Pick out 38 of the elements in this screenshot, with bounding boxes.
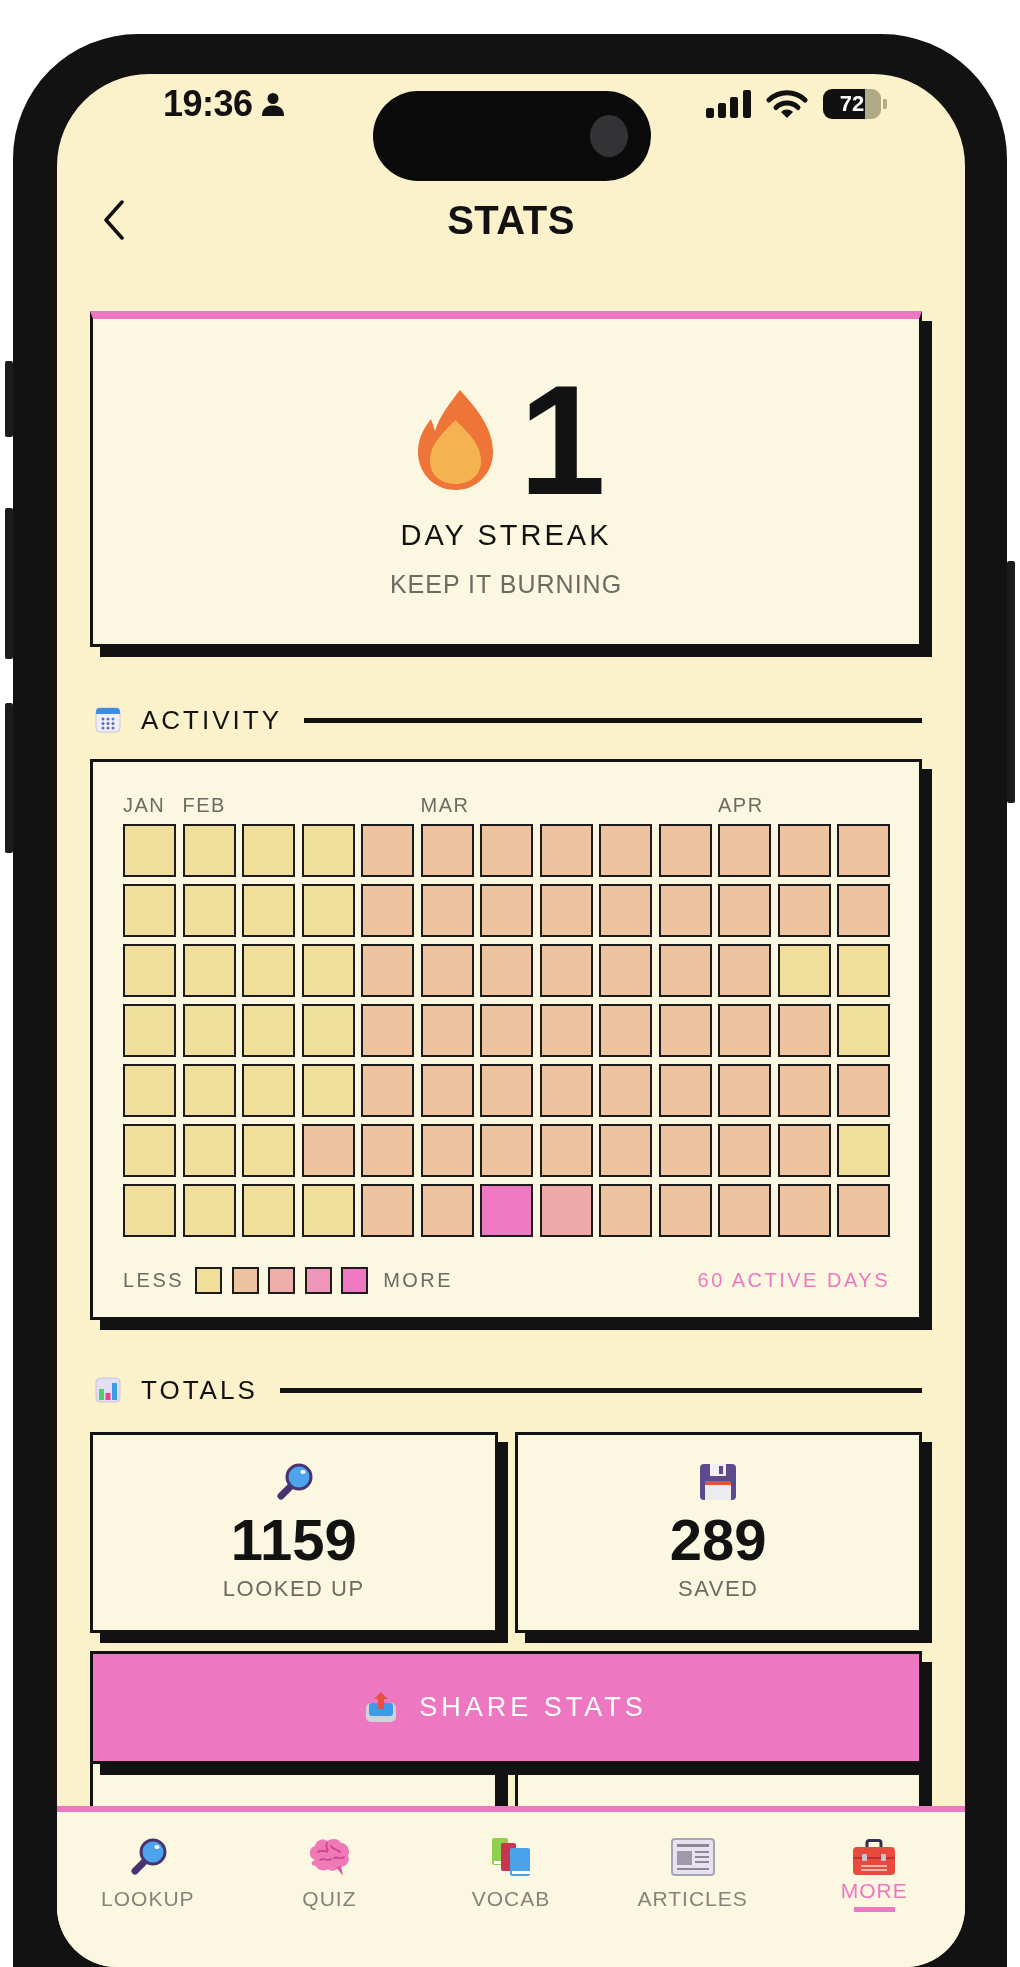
status-time: 19:36 <box>163 83 253 125</box>
stat-label: SAVED <box>678 1575 759 1603</box>
legend-label: LESS <box>123 1269 185 1292</box>
newspaper-icon <box>670 1837 715 1876</box>
stat-value: 289 <box>669 1511 767 1569</box>
camera-lens-icon <box>590 115 628 157</box>
stat-label: LOOKED UP <box>222 1575 365 1603</box>
battery-indicator: 72 <box>823 89 887 119</box>
person-icon <box>260 92 285 116</box>
brain-icon <box>307 1837 352 1876</box>
chevron-left-icon <box>103 200 125 240</box>
stat-value: 1159 <box>230 1511 357 1569</box>
calendar-icon <box>95 707 121 733</box>
month-label: JAN <box>123 793 167 817</box>
streak-label: DAY STREAK <box>400 518 612 553</box>
section-title: ACTIVITY <box>141 704 282 736</box>
signal-icon <box>706 90 751 118</box>
section-title: TOTALS <box>141 1374 258 1406</box>
active-days-count: 60 ACTIVE DAYS <box>697 1269 890 1292</box>
tab-item[interactable]: MORE <box>783 1835 965 1912</box>
streak-subtitle: KEEP IT BURNING <box>389 568 623 600</box>
legend-label: MORE <box>383 1269 454 1292</box>
books-icon <box>491 1837 531 1876</box>
tab-underline <box>853 1906 895 1912</box>
tab-item[interactable]: VOCAB <box>420 1835 602 1911</box>
toolbox-icon <box>853 1838 896 1875</box>
tray-arrow-icon <box>365 1691 398 1723</box>
bar-chart-icon <box>95 1377 121 1403</box>
month-label: APR <box>718 793 765 817</box>
streak-count: 1 <box>519 362 606 518</box>
flame-icon <box>418 390 494 490</box>
tab-item[interactable]: QUIZ <box>238 1835 421 1911</box>
page-title: STATS <box>447 197 575 243</box>
tab-item[interactable]: LOOKUP <box>57 1835 239 1911</box>
month-label: FEB <box>182 793 227 817</box>
tab-item[interactable]: ARTICLES <box>601 1835 784 1911</box>
month-label: MAR <box>420 793 471 817</box>
wifi-icon <box>766 89 808 119</box>
